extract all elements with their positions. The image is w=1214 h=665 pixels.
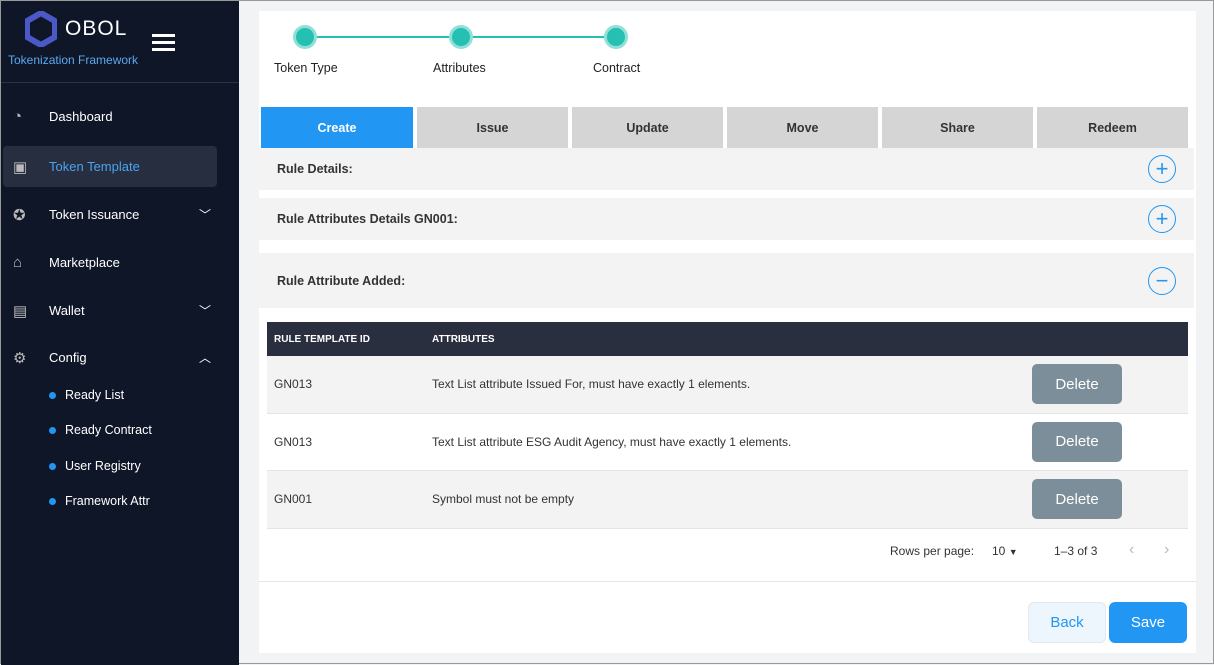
rows-per-page-label: Rows per page:: [890, 544, 975, 558]
section-rule-attributes-details[interactable]: Rule Attributes Details GN001: +: [259, 198, 1194, 240]
minus-circle-icon[interactable]: −: [1148, 266, 1176, 295]
sidebar-item-wallet[interactable]: ▤ Wallet ﹀: [3, 290, 217, 331]
cell-id: GN001: [274, 492, 313, 507]
chevron-down-icon: ﹀: [198, 208, 211, 222]
section-rule-attribute-added[interactable]: Rule Attribute Added: −: [259, 253, 1194, 308]
main-card: Token Type Attributes Contract Create Is…: [259, 11, 1196, 653]
column-header: ATTRIBUTES: [432, 333, 495, 345]
label: User Registry: [65, 459, 141, 473]
section-title: Rule Details:: [277, 162, 353, 176]
label: Framework Attr: [65, 494, 150, 508]
cell-attribute: Text List attribute ESG Audit Agency, mu…: [432, 434, 792, 449]
sidebar-subitem-ready-contract[interactable]: Ready Contract: [49, 423, 152, 437]
tab-issue[interactable]: Issue: [417, 107, 568, 148]
table-row: GN013 Text List attribute Issued For, mus…: [267, 356, 1188, 414]
template-icon: ▣: [13, 158, 28, 176]
hexagon-logo-icon: [25, 11, 57, 47]
label: Token Template: [49, 159, 140, 174]
tab-redeem[interactable]: Redeem: [1037, 107, 1188, 148]
tab-move[interactable]: Move: [727, 107, 878, 148]
table-row: GN001 Symbol must not be empty Delete: [267, 471, 1188, 529]
step-label: Attributes: [433, 61, 486, 75]
column-header: RULE TEMPLATE ID: [274, 333, 370, 345]
sidebar-item-marketplace[interactable]: ⌂ Marketplace: [3, 242, 217, 283]
sidebar-subitem-ready-list[interactable]: Ready List: [49, 388, 124, 402]
back-button[interactable]: Back: [1028, 602, 1106, 643]
section-title: Rule Attribute Added:: [277, 273, 406, 288]
table-row: GN013 Text List attribute ESG Audit Agenc…: [267, 414, 1188, 471]
rules-table: RULE TEMPLATE ID ATTRIBUTES GN013 Text Lis…: [267, 322, 1188, 529]
label: Dashboard: [49, 109, 113, 124]
divider: [1, 82, 239, 83]
gauge-icon: ◔: [13, 108, 23, 125]
cell-id: GN013: [274, 434, 313, 449]
label: Ready List: [65, 388, 125, 402]
config-icon: ⚙: [13, 349, 27, 367]
sidebar-item-token-template[interactable]: ▣ Token Template: [3, 146, 217, 187]
caret-down-icon: ▼: [1008, 547, 1018, 557]
sidebar-item-token-issuance[interactable]: ✪ Token Issuance ﹀: [3, 194, 217, 235]
sidebar-item-config[interactable]: ⚙ Config ︿: [3, 337, 217, 378]
delete-button[interactable]: Delete: [1032, 479, 1122, 520]
sidebar-item-dashboard[interactable]: ◔ Dashboard: [3, 96, 217, 137]
section-title: Rule Attributes Details GN001:: [277, 212, 458, 226]
step-dot: [604, 25, 628, 49]
label: Ready Contract: [65, 423, 152, 437]
cell-attribute: Text List attribute Issued For, must hav…: [432, 377, 751, 392]
chevron-up-icon: ︿: [198, 351, 211, 365]
save-button[interactable]: Save: [1109, 602, 1187, 643]
step-dot: [449, 25, 473, 49]
wallet-icon: ▤: [13, 302, 28, 320]
tab-update[interactable]: Update: [572, 107, 723, 148]
plus-circle-icon[interactable]: +: [1148, 205, 1176, 233]
store-icon: ⌂: [13, 254, 23, 271]
prev-page-icon[interactable]: ‹: [1129, 541, 1134, 559]
rows-value: 10: [992, 544, 1006, 558]
sidebar-subitem-framework-attr[interactable]: Framework Attr: [49, 494, 150, 508]
step-label: Contract: [593, 61, 641, 75]
divider: [259, 581, 1196, 582]
sidebar-subitem-user-registry[interactable]: User Registry: [49, 459, 141, 473]
rows-per-page-select[interactable]: 10 ▼: [992, 544, 1018, 558]
app-name: OBOL: [65, 17, 128, 40]
logo: OBOL: [25, 11, 127, 47]
plus-circle-icon[interactable]: +: [1148, 155, 1176, 183]
delete-button[interactable]: Delete: [1032, 421, 1122, 462]
delete-button[interactable]: Delete: [1032, 364, 1122, 405]
section-rule-details[interactable]: Rule Details: +: [259, 148, 1194, 190]
pagination-range: 1–3 of 3: [1054, 544, 1098, 558]
cell-attribute: Symbol must not be empty: [432, 492, 575, 507]
step-label: Token Type: [274, 61, 338, 75]
tab-create[interactable]: Create: [261, 107, 413, 148]
label: Config: [49, 350, 87, 365]
table-body: GN013 Text List attribute Issued For, mus…: [267, 356, 1188, 529]
label: Marketplace: [49, 255, 120, 270]
cell-id: GN013: [274, 377, 313, 392]
table-header: RULE TEMPLATE ID ATTRIBUTES: [267, 322, 1188, 356]
app-subtitle: Tokenization Framework: [8, 53, 139, 67]
coin-icon: ✪: [13, 206, 26, 224]
sidebar: OBOL Tokenization Framework ◔ Dashboard ▣…: [1, 1, 239, 665]
tab-share[interactable]: Share: [882, 107, 1033, 148]
label: Token Issuance: [49, 207, 140, 222]
chevron-down-icon: ﹀: [198, 304, 211, 318]
menu-toggle-icon[interactable]: [152, 34, 175, 55]
tab-bar: Create Issue Update Move Share Redeem: [261, 107, 1188, 148]
step-dot: [293, 25, 317, 49]
label: Wallet: [49, 303, 85, 318]
next-page-icon[interactable]: ›: [1164, 541, 1169, 559]
